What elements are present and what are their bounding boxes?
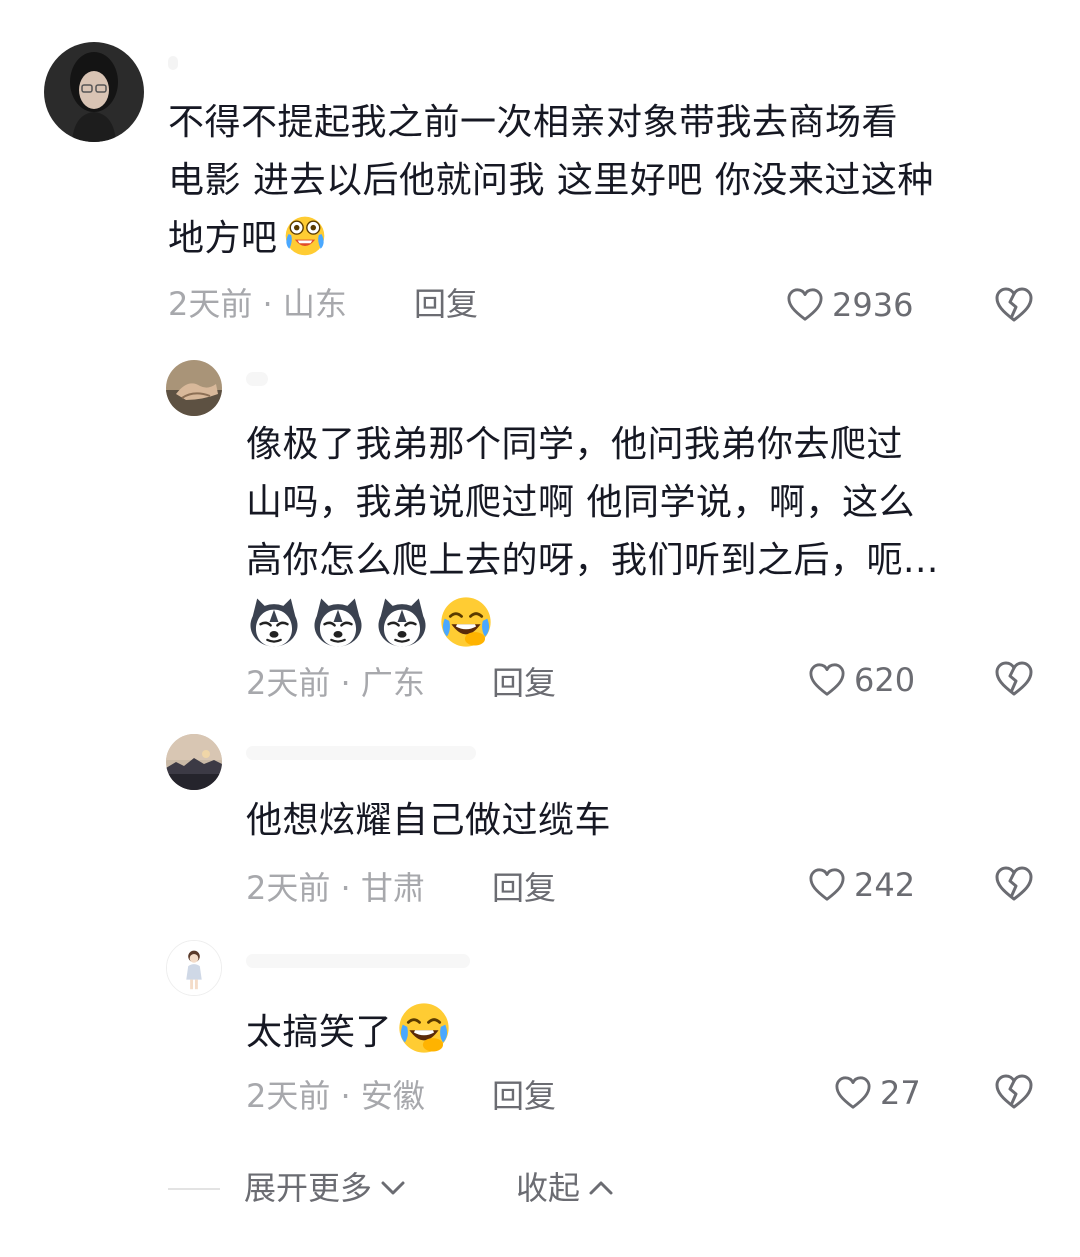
- like-button[interactable]: 620: [808, 660, 915, 700]
- comment-location: 山东: [282, 285, 347, 323]
- comment-meta: 2天前 · 甘肃: [246, 869, 425, 907]
- like-count: 2936: [832, 286, 914, 324]
- comment-line: 高你怎么爬上去的呀，我们听到之后，呃...: [246, 540, 939, 581]
- dislike-button[interactable]: [994, 865, 1034, 903]
- broken-heart-icon: [994, 286, 1034, 324]
- comment-line: 不得不提起我之前一次相亲对象带我去商场看: [168, 102, 899, 143]
- user-avatar-image: [166, 360, 222, 416]
- reply-button[interactable]: 回复: [492, 663, 556, 703]
- like-count: 242: [854, 866, 916, 904]
- like-count: 27: [880, 1074, 921, 1112]
- chevron-down-icon: [378, 1177, 408, 1199]
- comment-location: 广东: [360, 664, 425, 702]
- comment-text: 太搞笑了: [246, 1000, 1046, 1062]
- husky-emoji-icon: [310, 594, 366, 650]
- comment-time: 2天前: [168, 285, 253, 323]
- comment-line: 地方吧: [168, 218, 278, 259]
- like-button[interactable]: 2936: [786, 285, 913, 325]
- expand-more-label: 展开更多: [244, 1169, 373, 1207]
- reply-button[interactable]: 回复: [492, 868, 556, 908]
- comment-line: 电影 进去以后他就问我 这里好吧 你没来过这种: [168, 160, 934, 201]
- rofl-emoji-icon: [396, 1000, 452, 1056]
- comment-meta: 2天前 · 山东: [168, 285, 347, 323]
- comment-time: 2天前: [246, 869, 331, 907]
- collapse-button[interactable]: 收起: [516, 1168, 616, 1208]
- collapse-label: 收起: [516, 1169, 581, 1207]
- avatar[interactable]: [44, 42, 144, 142]
- user-avatar-image: [167, 941, 221, 995]
- comment-text: 他想炫耀自己做过缆车: [246, 792, 1046, 850]
- reply-button[interactable]: 回复: [414, 284, 478, 324]
- dislike-button[interactable]: [994, 660, 1034, 698]
- comment-line: 山吗，我弟说爬过啊 他同学说，啊，这么: [246, 482, 915, 523]
- username-placeholder[interactable]: [246, 746, 476, 760]
- comment-line: 太搞笑了: [246, 1012, 393, 1053]
- comment-time: 2天前: [246, 664, 331, 702]
- username-placeholder[interactable]: [168, 56, 178, 70]
- husky-emoji-icon: [246, 594, 302, 650]
- comment-location: 安徽: [360, 1077, 425, 1115]
- comment-line-with-emoji: 太搞笑了: [246, 1000, 1046, 1062]
- chevron-up-icon: [586, 1177, 616, 1199]
- heart-icon: [808, 662, 846, 698]
- heart-icon: [786, 287, 824, 323]
- heart-icon: [834, 1075, 872, 1111]
- broken-heart-icon: [994, 660, 1034, 698]
- comment-meta: 2天前 · 广东: [246, 664, 425, 702]
- rofl-emoji-icon: [438, 594, 494, 650]
- avatar[interactable]: [166, 940, 222, 996]
- dislike-button[interactable]: [994, 286, 1034, 324]
- divider: [168, 1188, 220, 1190]
- dislike-button[interactable]: [994, 1073, 1034, 1111]
- comment-time: 2天前: [246, 1077, 331, 1115]
- like-button[interactable]: 27: [834, 1073, 921, 1113]
- crying-laughing-emoji-icon: [282, 212, 328, 258]
- comment-text: 像极了我弟那个同学，他问我弟你去爬过 山吗，我弟说爬过啊 他同学说，啊，这么 高…: [246, 416, 1046, 660]
- comment-meta: 2天前 · 安徽: [246, 1077, 425, 1115]
- expand-more-button[interactable]: 展开更多: [244, 1168, 408, 1208]
- comment-location: 甘肃: [360, 869, 425, 907]
- username-placeholder[interactable]: [246, 954, 470, 968]
- user-avatar-image: [44, 42, 144, 142]
- username-placeholder[interactable]: [246, 372, 268, 386]
- comment-text: 不得不提起我之前一次相亲对象带我去商场看 电影 进去以后他就问我 这里好吧 你没…: [168, 94, 1048, 268]
- broken-heart-icon: [994, 1073, 1034, 1111]
- husky-emoji-icon: [374, 594, 430, 650]
- comment-line: 像极了我弟那个同学，他问我弟你去爬过: [246, 424, 904, 465]
- comment-line-with-emoji: 地方吧: [168, 210, 1048, 268]
- avatar[interactable]: [166, 360, 222, 416]
- reply-button[interactable]: 回复: [492, 1076, 556, 1116]
- comment-line: 他想炫耀自己做过缆车: [246, 800, 612, 841]
- emoji-row: [246, 594, 1046, 660]
- like-count: 620: [854, 661, 916, 699]
- heart-icon: [808, 867, 846, 903]
- avatar[interactable]: [166, 734, 222, 790]
- user-avatar-image: [166, 734, 222, 790]
- like-button[interactable]: 242: [808, 865, 915, 905]
- broken-heart-icon: [994, 865, 1034, 903]
